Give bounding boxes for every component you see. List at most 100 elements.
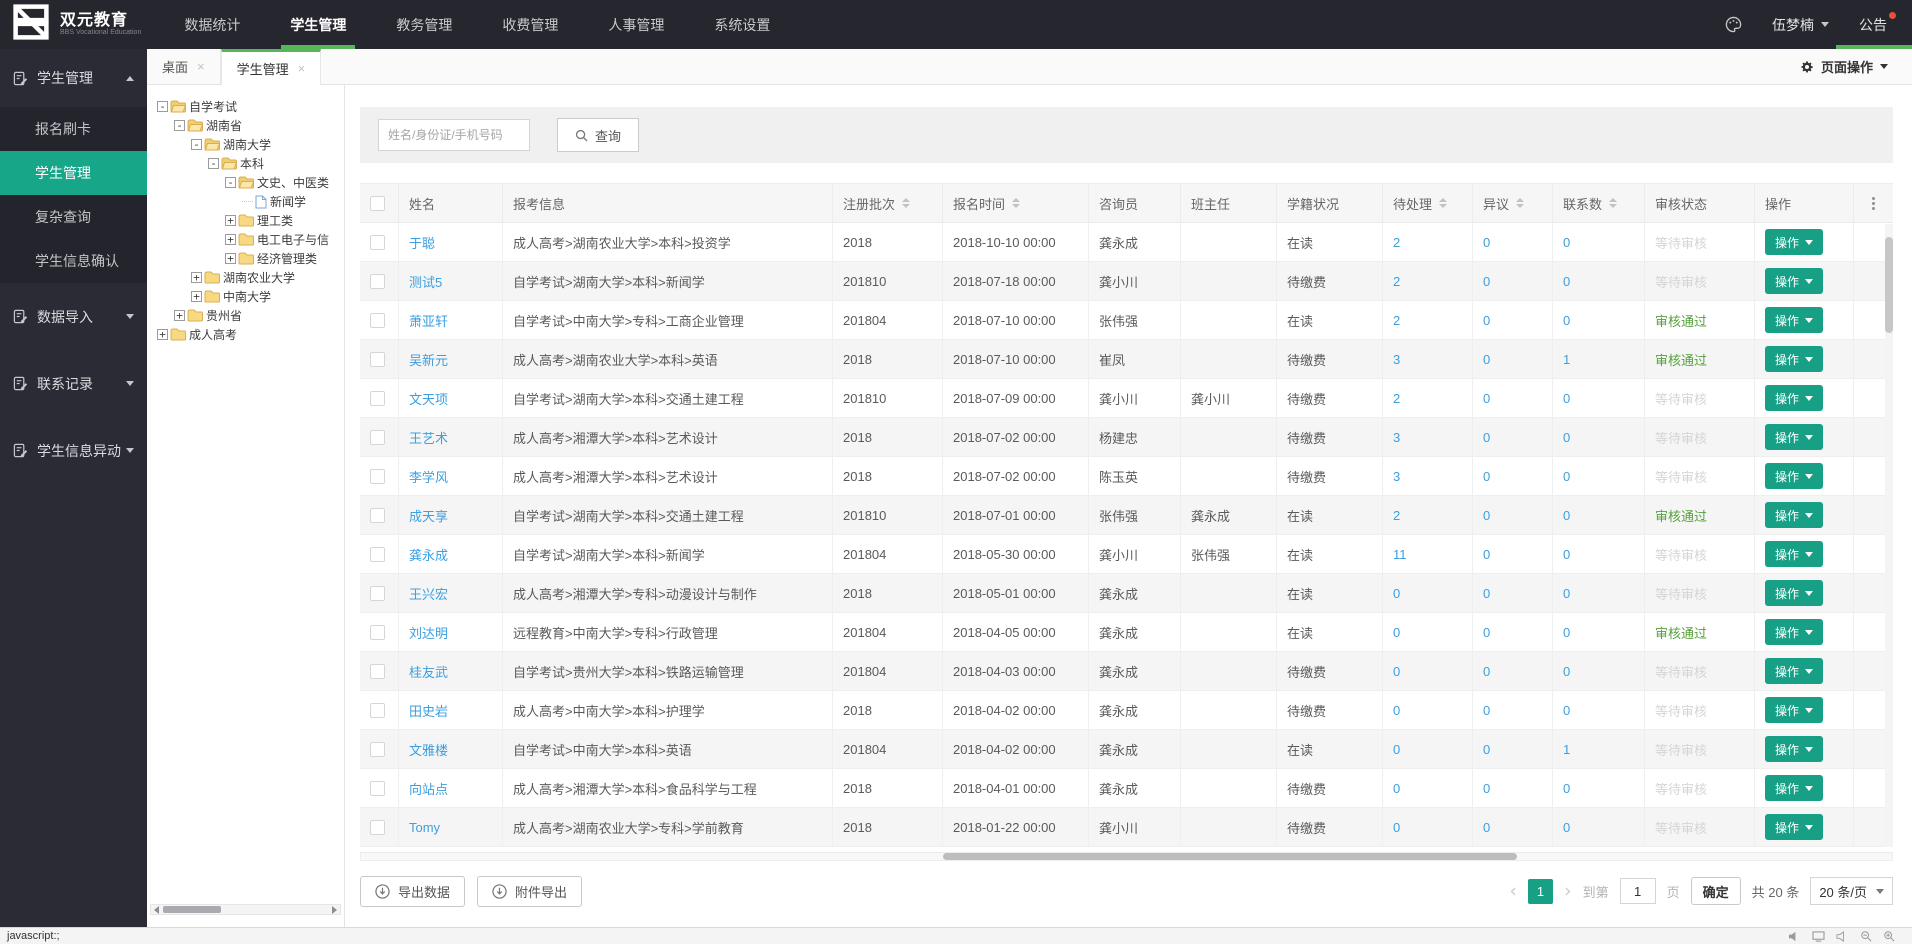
contact-count-link[interactable]: 0 [1563,313,1570,328]
tree-node-label[interactable]: 理工类 [257,212,293,229]
pending-count-link[interactable]: 11 [1393,547,1407,562]
contact-count-link[interactable]: 0 [1563,781,1570,796]
tree-expand-icon[interactable]: + [157,329,168,340]
row-checkbox[interactable] [370,508,385,523]
objection-count-link[interactable]: 0 [1483,664,1490,679]
col-header-9[interactable]: 异议 [1472,184,1552,222]
row-action-button[interactable]: 操作 [1765,736,1823,762]
volume-mute-icon[interactable] [1836,931,1849,942]
sort-icon[interactable] [1439,198,1447,208]
page-actions-button[interactable]: 页面操作 [1800,57,1888,76]
pending-count-link[interactable]: 0 [1393,664,1400,679]
row-checkbox[interactable] [370,781,385,796]
tree-node-label[interactable]: 湖南省 [206,117,242,134]
objection-count-link[interactable]: 0 [1483,352,1490,367]
pending-count-link[interactable]: 2 [1393,313,1400,328]
row-checkbox[interactable] [370,469,385,484]
nav-item-5[interactable]: 系统设置 [689,0,795,49]
nav-item-2[interactable]: 教务管理 [371,0,477,49]
objection-count-link[interactable]: 0 [1483,781,1490,796]
row-checkbox[interactable] [370,235,385,250]
row-action-button[interactable]: 操作 [1765,502,1823,528]
row-checkbox[interactable] [370,625,385,640]
pending-count-link[interactable]: 0 [1393,742,1400,757]
sort-icon[interactable] [1516,198,1524,208]
sidebar-item-1[interactable]: 学生管理 [0,151,147,195]
next-page-icon[interactable]: › [1564,882,1572,901]
objection-count-link[interactable]: 0 [1483,742,1490,757]
tree-horizontal-scrollbar[interactable] [150,904,341,915]
sidebar-item-3[interactable]: 学生信息确认 [0,239,147,283]
pending-count-link[interactable]: 0 [1393,625,1400,640]
objection-count-link[interactable]: 0 [1483,586,1490,601]
table-vertical-scrollbar[interactable] [1885,224,1893,847]
tree-node-label[interactable]: 本科 [240,155,264,172]
row-action-button[interactable]: 操作 [1765,346,1823,372]
pending-count-link[interactable]: 3 [1393,430,1400,445]
sort-icon[interactable] [902,198,910,208]
contact-count-link[interactable]: 0 [1563,547,1570,562]
student-name-link[interactable]: 田史岩 [409,701,448,720]
zoom-out-icon[interactable] [1860,930,1872,942]
scrollbar-thumb[interactable] [943,853,1517,860]
tab-student-management[interactable]: 学生管理 × [221,49,322,85]
student-name-link[interactable]: 李学风 [409,467,448,486]
contact-count-link[interactable]: 1 [1563,742,1570,757]
row-action-button[interactable]: 操作 [1765,385,1823,411]
student-name-link[interactable]: 测试5 [409,272,442,291]
student-name-link[interactable]: Tomy [409,820,440,835]
tree-node-label[interactable]: 新闻学 [270,193,306,210]
contact-count-link[interactable]: 0 [1563,820,1570,835]
tree-node-label[interactable]: 文史、中医类 [257,174,329,191]
theme-palette-icon[interactable] [1725,16,1742,33]
scrollbar-thumb[interactable] [163,906,221,913]
contact-count-link[interactable]: 0 [1563,586,1570,601]
page-size-select[interactable]: 20 条/页 [1810,877,1893,905]
row-checkbox[interactable] [370,703,385,718]
close-icon[interactable]: × [298,61,306,76]
search-input[interactable] [378,119,530,151]
search-button[interactable]: 查询 [557,118,639,152]
student-name-link[interactable]: 成天享 [409,506,448,525]
objection-count-link[interactable]: 0 [1483,469,1490,484]
row-action-button[interactable]: 操作 [1765,697,1823,723]
objection-count-link[interactable]: 0 [1483,703,1490,718]
col-header-8[interactable]: 待处理 [1382,184,1472,222]
row-action-button[interactable]: 操作 [1765,307,1823,333]
pending-count-link[interactable]: 3 [1393,469,1400,484]
row-checkbox[interactable] [370,547,385,562]
tree-collapse-icon[interactable]: - [157,101,168,112]
objection-count-link[interactable]: 0 [1483,235,1490,250]
user-menu[interactable]: 伍梦楠 [1772,15,1829,35]
contact-count-link[interactable]: 0 [1563,391,1570,406]
nav-item-4[interactable]: 人事管理 [583,0,689,49]
tree-node-label[interactable]: 贵州省 [206,307,242,324]
sidebar-group-2[interactable]: 联系记录 [0,350,147,417]
tree-expand-icon[interactable]: + [191,291,202,302]
contact-count-link[interactable]: 0 [1563,703,1570,718]
tree-expand-icon[interactable]: + [191,272,202,283]
objection-count-link[interactable]: 0 [1483,547,1490,562]
column-menu-icon[interactable] [1872,197,1875,210]
nav-item-3[interactable]: 收费管理 [477,0,583,49]
tree-collapse-icon[interactable]: - [208,158,219,169]
row-action-button[interactable]: 操作 [1765,229,1823,255]
page-number-button[interactable]: 1 [1528,879,1553,904]
row-checkbox[interactable] [370,274,385,289]
pending-count-link[interactable]: 0 [1393,781,1400,796]
tree-node-label[interactable]: 经济管理类 [257,250,317,267]
export-data-button[interactable]: 导出数据 [360,876,465,907]
tab-desktop[interactable]: 桌面 × [147,49,221,84]
tree-node-label[interactable]: 电工电子与信 [257,231,329,248]
row-action-button[interactable]: 操作 [1765,619,1823,645]
student-name-link[interactable]: 刘达明 [409,623,448,642]
pending-count-link[interactable]: 3 [1393,352,1400,367]
objection-count-link[interactable]: 0 [1483,508,1490,523]
tree-node-label[interactable]: 湖南大学 [223,136,271,153]
contact-count-link[interactable]: 0 [1563,625,1570,640]
tree-collapse-icon[interactable]: - [174,120,185,131]
close-icon[interactable]: × [197,59,205,74]
pending-count-link[interactable]: 2 [1393,274,1400,289]
tree-collapse-icon[interactable]: - [225,177,236,188]
pending-count-link[interactable]: 2 [1393,508,1400,523]
